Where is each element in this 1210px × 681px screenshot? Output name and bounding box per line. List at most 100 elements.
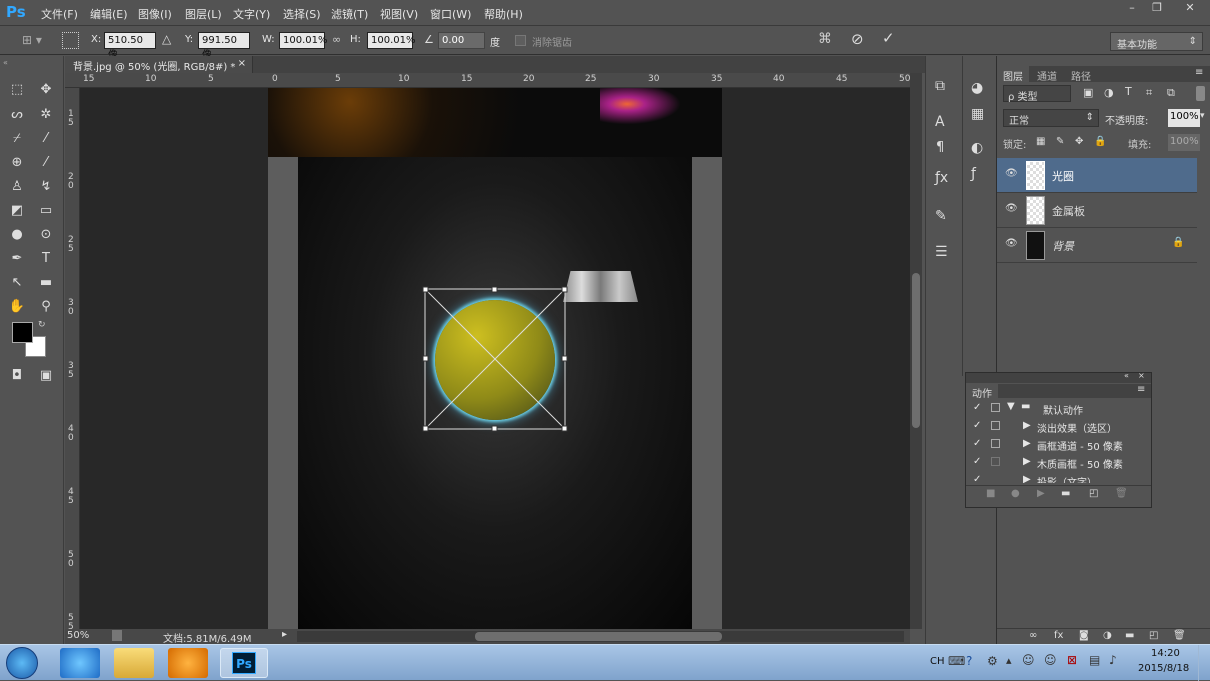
action-row[interactable]: ✓ ▼ ▬ 默认动作 xyxy=(966,400,1138,418)
pen-tool-icon[interactable]: ✒ xyxy=(4,248,30,270)
record-icon[interactable]: ● xyxy=(1011,488,1020,499)
play-icon[interactable]: ▶ xyxy=(1037,488,1045,499)
panel-menu-icon[interactable]: ≡ xyxy=(1137,384,1145,395)
menu-type[interactable]: 文字(Y) xyxy=(233,6,270,22)
explorer-icon[interactable] xyxy=(114,648,154,678)
transform-tool-icon[interactable]: ⊞ ▾ xyxy=(22,33,42,47)
layer-name[interactable]: 背景 xyxy=(1052,238,1074,254)
tab-actions[interactable]: 动作 xyxy=(966,384,998,400)
action-row[interactable]: ✓ ▶ 投影（文字） xyxy=(966,472,1138,483)
rectangle-tool-icon[interactable]: ▬ xyxy=(33,272,59,294)
transform-bounding-box[interactable] xyxy=(420,284,570,434)
triangle-down-icon[interactable]: ▼ xyxy=(1007,401,1015,412)
help-icon[interactable]: ? xyxy=(966,654,972,668)
layer-row[interactable]: 👁 背景 🔒 xyxy=(997,228,1197,263)
height-input[interactable]: 100.01% xyxy=(367,32,416,49)
status-icon[interactable] xyxy=(112,630,122,641)
triangle-right-icon[interactable]: ▶ xyxy=(1023,420,1031,431)
vertical-scrollbar[interactable] xyxy=(910,73,922,629)
lock-pixels-icon[interactable]: ✎ xyxy=(1056,136,1064,147)
layer-row[interactable]: 👁 金属板 xyxy=(997,193,1197,228)
check-icon[interactable]: ✓ xyxy=(973,456,981,467)
layer-name[interactable]: 光圈 xyxy=(1052,168,1074,184)
quick-mask-icon[interactable]: ◘ xyxy=(4,365,30,387)
delete-layer-icon[interactable]: 🗑 xyxy=(1173,630,1186,641)
menu-file[interactable]: 文件(F) xyxy=(41,6,78,22)
close-tab-icon[interactable]: × xyxy=(238,58,246,69)
action-row[interactable]: ✓ ▶ 淡出效果（选区） xyxy=(966,418,1138,436)
eye-icon[interactable]: 👁 xyxy=(1005,203,1018,214)
eyedropper-icon[interactable]: ⁄ xyxy=(33,128,59,150)
action-row[interactable]: ✓ ▶ 木质画框 - 50 像素 xyxy=(966,454,1138,472)
stop-icon[interactable]: ■ xyxy=(986,488,995,499)
keyboard-icon[interactable]: ⌨ xyxy=(948,654,965,668)
styles-panel-icon[interactable]: ƒ xyxy=(971,166,976,182)
hand-tool-icon[interactable]: ✋ xyxy=(4,296,30,318)
close-button[interactable]: ✕ xyxy=(1174,0,1206,16)
menu-select[interactable]: 选择(S) xyxy=(283,6,321,22)
styles-panel-icon[interactable]: ƒx xyxy=(935,170,948,186)
reference-point-icon[interactable] xyxy=(62,32,79,49)
swap-colors-icon[interactable]: ↻ xyxy=(38,320,46,330)
lasso-tool-icon[interactable]: ᔕ xyxy=(4,104,30,126)
adjustments-panel-icon[interactable]: ◐ xyxy=(971,140,983,156)
swatches-panel-icon[interactable]: ▦ xyxy=(971,106,984,122)
magic-wand-icon[interactable]: ✲ xyxy=(33,104,59,126)
security-icon[interactable]: ⊠ xyxy=(1067,653,1077,667)
volume-icon[interactable]: ♪ xyxy=(1109,653,1117,667)
workspace-dropdown[interactable]: 基本功能 ⇕ xyxy=(1110,32,1203,51)
gradient-tool-icon[interactable]: ▭ xyxy=(33,200,59,222)
color-panel-icon[interactable]: ◕ xyxy=(971,80,983,96)
triangle-right-icon[interactable]: ▶ xyxy=(1023,438,1031,449)
scroll-thumb[interactable] xyxy=(475,632,722,641)
delete-action-icon[interactable]: 🗑 xyxy=(1115,488,1128,499)
tool-presets-icon[interactable]: ✎ xyxy=(935,208,947,224)
tab-channels[interactable]: 通道 xyxy=(1037,68,1057,83)
horizontal-scrollbar[interactable] xyxy=(297,631,904,642)
menu-layer[interactable]: 图层(L) xyxy=(185,6,222,22)
adjustment-layer-icon[interactable]: ◑ xyxy=(1103,630,1112,641)
history-panel-icon[interactable]: ⧉ xyxy=(935,78,945,94)
check-icon[interactable]: ✓ xyxy=(973,438,981,449)
check-icon[interactable]: ✓ xyxy=(973,420,981,431)
zoom-tool-icon[interactable]: ⚲ xyxy=(33,296,59,318)
x-input[interactable]: 510.50 像 xyxy=(104,32,156,61)
collapse-icon[interactable]: « xyxy=(1124,371,1129,380)
foreground-color-swatch[interactable] xyxy=(12,322,33,343)
arrow-right-icon[interactable]: ▸ xyxy=(282,629,287,640)
marquee-tool-icon[interactable]: ⬚ xyxy=(4,79,30,101)
panel-menu-icon[interactable]: ≡ xyxy=(1195,67,1203,78)
filter-adjustment-icon[interactable]: ◑ xyxy=(1104,86,1114,99)
scroll-thumb[interactable] xyxy=(912,273,920,428)
settings-icon[interactable]: ⚙ xyxy=(987,654,998,668)
lock-all-icon[interactable]: 🔒 xyxy=(1094,136,1106,147)
eraser-icon[interactable]: ◩ xyxy=(4,200,30,222)
tab-layers[interactable]: 图层 xyxy=(997,66,1029,83)
show-hidden-icon[interactable]: ▴ xyxy=(1006,654,1012,667)
crop-tool-icon[interactable]: ⌿ xyxy=(4,128,30,150)
dialog-toggle[interactable] xyxy=(991,421,1000,430)
menu-help[interactable]: 帮助(H) xyxy=(484,6,523,22)
type-tool-icon[interactable]: T xyxy=(33,248,59,270)
opacity-input[interactable]: 100% xyxy=(1168,109,1200,127)
filter-shape-icon[interactable]: ⌗ xyxy=(1146,86,1152,100)
eye-icon[interactable]: 👁 xyxy=(1005,168,1018,179)
dialog-toggle[interactable] xyxy=(991,439,1000,448)
qq-icon[interactable]: ☺ xyxy=(1022,653,1035,667)
link-layers-icon[interactable]: ∞ xyxy=(1029,630,1037,641)
lock-position-icon[interactable]: ✥ xyxy=(1075,136,1083,147)
warp-icon[interactable]: ⌘ xyxy=(818,31,832,47)
menu-filter[interactable]: 滤镜(T) xyxy=(331,6,368,22)
network-icon[interactable]: ▤ xyxy=(1089,653,1100,667)
check-icon[interactable]: ✓ xyxy=(973,402,981,413)
triangle-right-icon[interactable]: ▶ xyxy=(1023,474,1031,483)
minimize-button[interactable]: – xyxy=(1120,0,1144,16)
filter-smart-icon[interactable]: ⧉ xyxy=(1167,86,1175,100)
mask-icon[interactable]: ◙ xyxy=(1079,630,1089,641)
y-input[interactable]: 991.50 像 xyxy=(198,32,250,61)
eye-icon[interactable]: 👁 xyxy=(1005,238,1018,249)
close-icon[interactable]: × xyxy=(1138,371,1145,380)
qq-icon-2[interactable]: ☺ xyxy=(1044,653,1057,667)
media-player-icon[interactable] xyxy=(168,648,208,678)
metal-plate-layer[interactable] xyxy=(563,271,638,302)
